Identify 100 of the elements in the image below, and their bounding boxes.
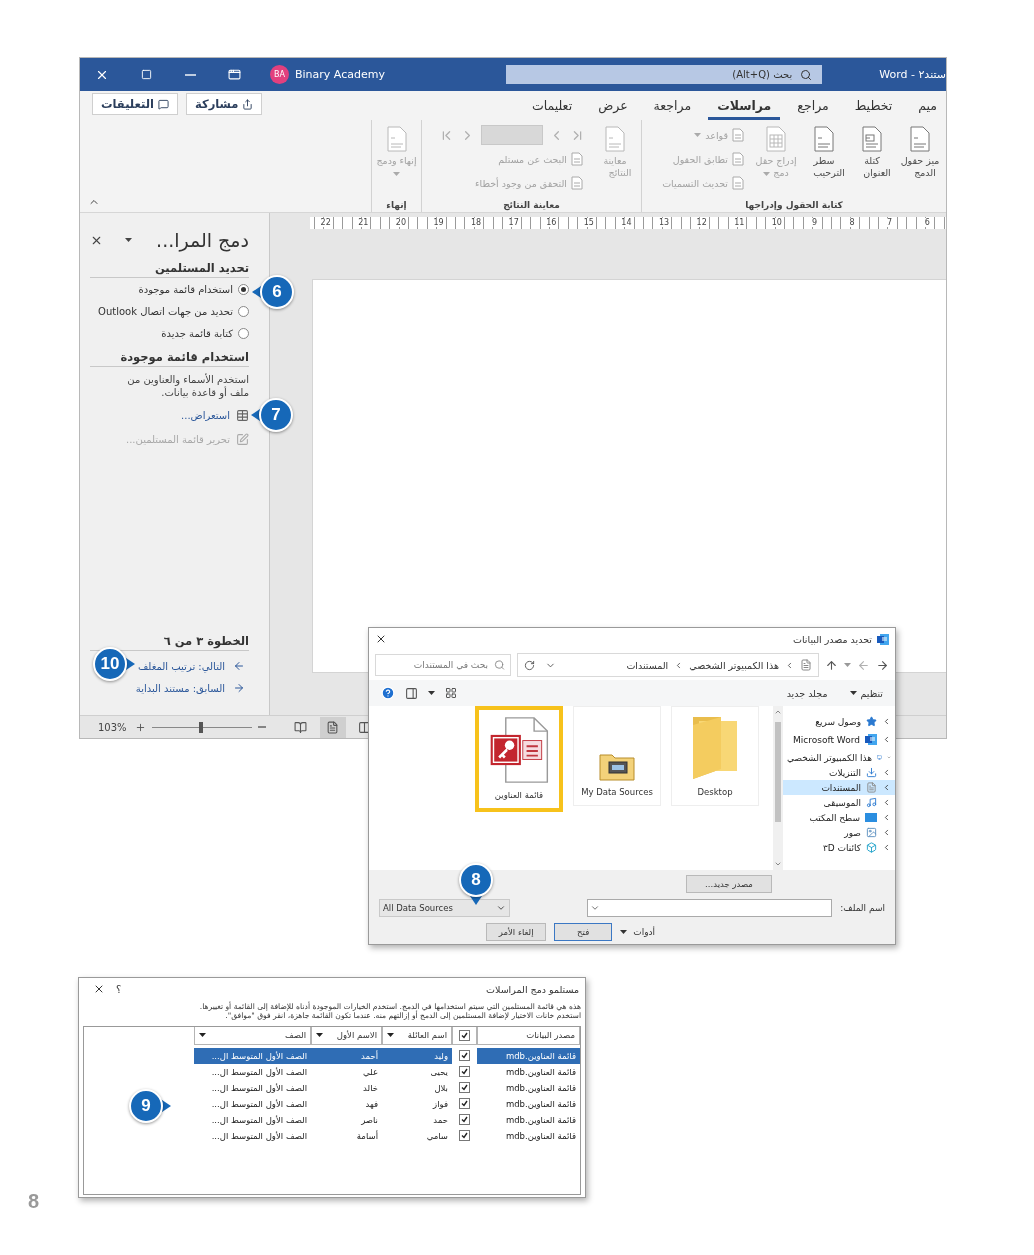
ruler-number: 19 bbox=[432, 218, 445, 227]
column-header[interactable]: الصف bbox=[194, 1026, 311, 1045]
table-cell-text: علي bbox=[362, 1065, 379, 1079]
table-cell-text: قائمة العناوين.mdb bbox=[504, 1097, 577, 1111]
ruler-number: 13 bbox=[657, 218, 671, 227]
table-cell: قائمة العناوين.mdb bbox=[477, 1047, 580, 1064]
column-header[interactable]: اسم العائلة bbox=[382, 1026, 452, 1045]
organize-button[interactable]: تنظيم bbox=[849, 687, 883, 699]
comments-button[interactable]: التعليقات bbox=[92, 93, 178, 115]
share-button[interactable]: مشاركة bbox=[186, 93, 263, 115]
ribbon-tab[interactable]: عرض bbox=[589, 93, 637, 120]
table-cell-text: الصف الأول المتوسط ال... bbox=[210, 1113, 308, 1127]
radio-option[interactable]: تحديد من جهات اتصال Outlook bbox=[98, 300, 249, 322]
ribbon-tab[interactable]: تخطيط bbox=[845, 93, 902, 120]
table-cell-text: قائمة العناوين.mdb bbox=[504, 1129, 577, 1143]
nav-item[interactable]: هذا الكمبيوتر الشخصي bbox=[783, 750, 895, 765]
ruler-number: 17 bbox=[507, 218, 520, 227]
ribbon-tab[interactable]: مراجعة bbox=[644, 93, 701, 120]
ribbon-tab[interactable]: مراجع bbox=[788, 93, 838, 120]
dialog-title: مستلمو دمج المراسلات bbox=[486, 983, 579, 995]
ruler-number: 18 bbox=[470, 218, 483, 227]
header-text: الصف bbox=[284, 1030, 306, 1041]
table-cell-text: قائمة العناوين.mdb bbox=[504, 1065, 577, 1079]
breadcrumb[interactable]: هذا الكمبيوتر الشخصي bbox=[689, 659, 779, 671]
nav-item[interactable]: المستندات bbox=[783, 780, 895, 795]
window-title: ستند٢ - Word bbox=[879, 68, 946, 81]
section-heading: تحديد المستلمين bbox=[90, 261, 249, 278]
ruler-number: 11 bbox=[733, 218, 746, 227]
header-text: الاسم الأول bbox=[336, 1030, 377, 1041]
ruler-number: 14 bbox=[620, 218, 633, 227]
address-bar[interactable]: هذا الكمبيوتر الشخصي المستندات bbox=[517, 653, 819, 677]
ruler-number: 16 bbox=[545, 218, 558, 227]
open-button[interactable]: فتح bbox=[554, 923, 613, 941]
ribbon-tab[interactable]: ميم bbox=[909, 93, 946, 120]
nav-item[interactable]: سطح المكتب bbox=[783, 810, 895, 825]
table-cell-text: الصف الأول المتوسط ال... bbox=[210, 1081, 308, 1095]
ruler-number: 22 bbox=[319, 218, 332, 227]
radio-option[interactable]: كتابة قائمة جديدة bbox=[161, 322, 249, 344]
table-cell-text: ناصر bbox=[360, 1113, 379, 1127]
ribbon-button[interactable]: ميز حقول الدمج bbox=[898, 124, 942, 182]
table-cell: أحمد bbox=[311, 1047, 382, 1064]
table-cell-text: قائمة العناوين.mdb bbox=[504, 1113, 577, 1127]
field-label: اسم الملف: bbox=[840, 903, 885, 913]
pane-title: دمج المرا... bbox=[156, 229, 249, 251]
nav-item[interactable]: كائنات ٣D bbox=[783, 840, 895, 855]
ribbon-tab[interactable]: تعليمات bbox=[522, 93, 582, 120]
cancel-button[interactable]: إلغاء الأمر bbox=[486, 923, 547, 941]
ruler-number: 12 bbox=[695, 218, 708, 227]
nav-item[interactable]: صور bbox=[783, 825, 895, 840]
table-cell-text: فهد bbox=[364, 1097, 379, 1111]
tools-button[interactable]: أدوات bbox=[620, 927, 655, 937]
group-label: كتابة الحقول وإدراجها bbox=[744, 200, 844, 210]
column-header[interactable]: مصدر البيانات bbox=[477, 1026, 580, 1045]
table-cell-text: قائمة العناوين.mdb bbox=[504, 1081, 577, 1095]
file-item[interactable]: قائمة العناوين bbox=[475, 706, 563, 812]
table-cell: الصف الأول المتوسط ال... bbox=[194, 1047, 311, 1064]
account-name: Binary Academy bbox=[295, 68, 385, 81]
header-text: مصدر البيانات bbox=[526, 1030, 575, 1041]
column-header[interactable]: الاسم الأول bbox=[311, 1026, 382, 1045]
page-number: 8 bbox=[28, 1190, 40, 1213]
radio-option[interactable]: استخدام قائمة موجودة bbox=[138, 278, 249, 300]
new-source-button[interactable]: مصدر جديد... bbox=[686, 875, 772, 893]
ribbon-button[interactable]: سطر الترحيب bbox=[802, 124, 846, 182]
table-cell-text: بلال bbox=[433, 1081, 449, 1095]
header-text: اسم العائلة bbox=[407, 1030, 447, 1041]
table-cell-text: يحيى bbox=[429, 1065, 449, 1079]
pane-link[interactable]: استعراض... bbox=[181, 403, 249, 427]
nav-item[interactable]: وصول سريع bbox=[783, 714, 895, 729]
ruler-number: 6 bbox=[923, 218, 931, 227]
table-cell-text: حمد bbox=[432, 1113, 449, 1127]
table-cell-text: الصف الأول المتوسط ال... bbox=[210, 1065, 308, 1079]
nav-item[interactable]: الموسيقى bbox=[783, 795, 895, 810]
ribbon-button[interactable]: كتلة العنوان bbox=[850, 124, 894, 182]
table-cell-text: سامي bbox=[425, 1129, 449, 1143]
avatar: BA bbox=[270, 65, 289, 84]
new-folder-button[interactable]: مجلد جديد bbox=[786, 687, 828, 699]
file-item[interactable]: My Data Sources bbox=[573, 706, 661, 806]
link-text: السابق: مستند البداية bbox=[135, 682, 225, 694]
help-button[interactable]: ؟ bbox=[116, 983, 142, 995]
ruler-number: 8 bbox=[848, 218, 856, 227]
ruler-number: 9 bbox=[810, 218, 818, 227]
filter-dropdown[interactable]: All Data Sources bbox=[379, 899, 510, 917]
table-cell-text: أسامة bbox=[355, 1129, 379, 1143]
group-label: إنهاء bbox=[385, 200, 408, 210]
table-cell-text: الصف الأول المتوسط ال... bbox=[210, 1129, 308, 1143]
table-cell-text: خالد bbox=[362, 1081, 379, 1095]
ruler-number: 21 bbox=[357, 218, 370, 227]
search-field[interactable]: بحث في المستندات bbox=[375, 654, 511, 676]
search-field[interactable]: بحث (Alt+Q) bbox=[506, 65, 823, 84]
ruler-number: 15 bbox=[582, 218, 595, 227]
table-cell: وليد bbox=[382, 1047, 452, 1064]
zoom-level: 103% bbox=[98, 721, 127, 733]
nav-item[interactable]: Microsoft Word bbox=[783, 732, 895, 747]
dialog-title: تحديد مصدر البيانات bbox=[793, 633, 872, 645]
ruler-number: 7 bbox=[886, 218, 894, 227]
ruler-number: 20 bbox=[394, 218, 407, 227]
file-item[interactable]: Desktop bbox=[671, 706, 759, 806]
table-cell-text: فواز bbox=[431, 1097, 449, 1111]
breadcrumb[interactable]: المستندات bbox=[626, 659, 669, 671]
nav-item[interactable]: التنزيلات bbox=[783, 765, 895, 780]
